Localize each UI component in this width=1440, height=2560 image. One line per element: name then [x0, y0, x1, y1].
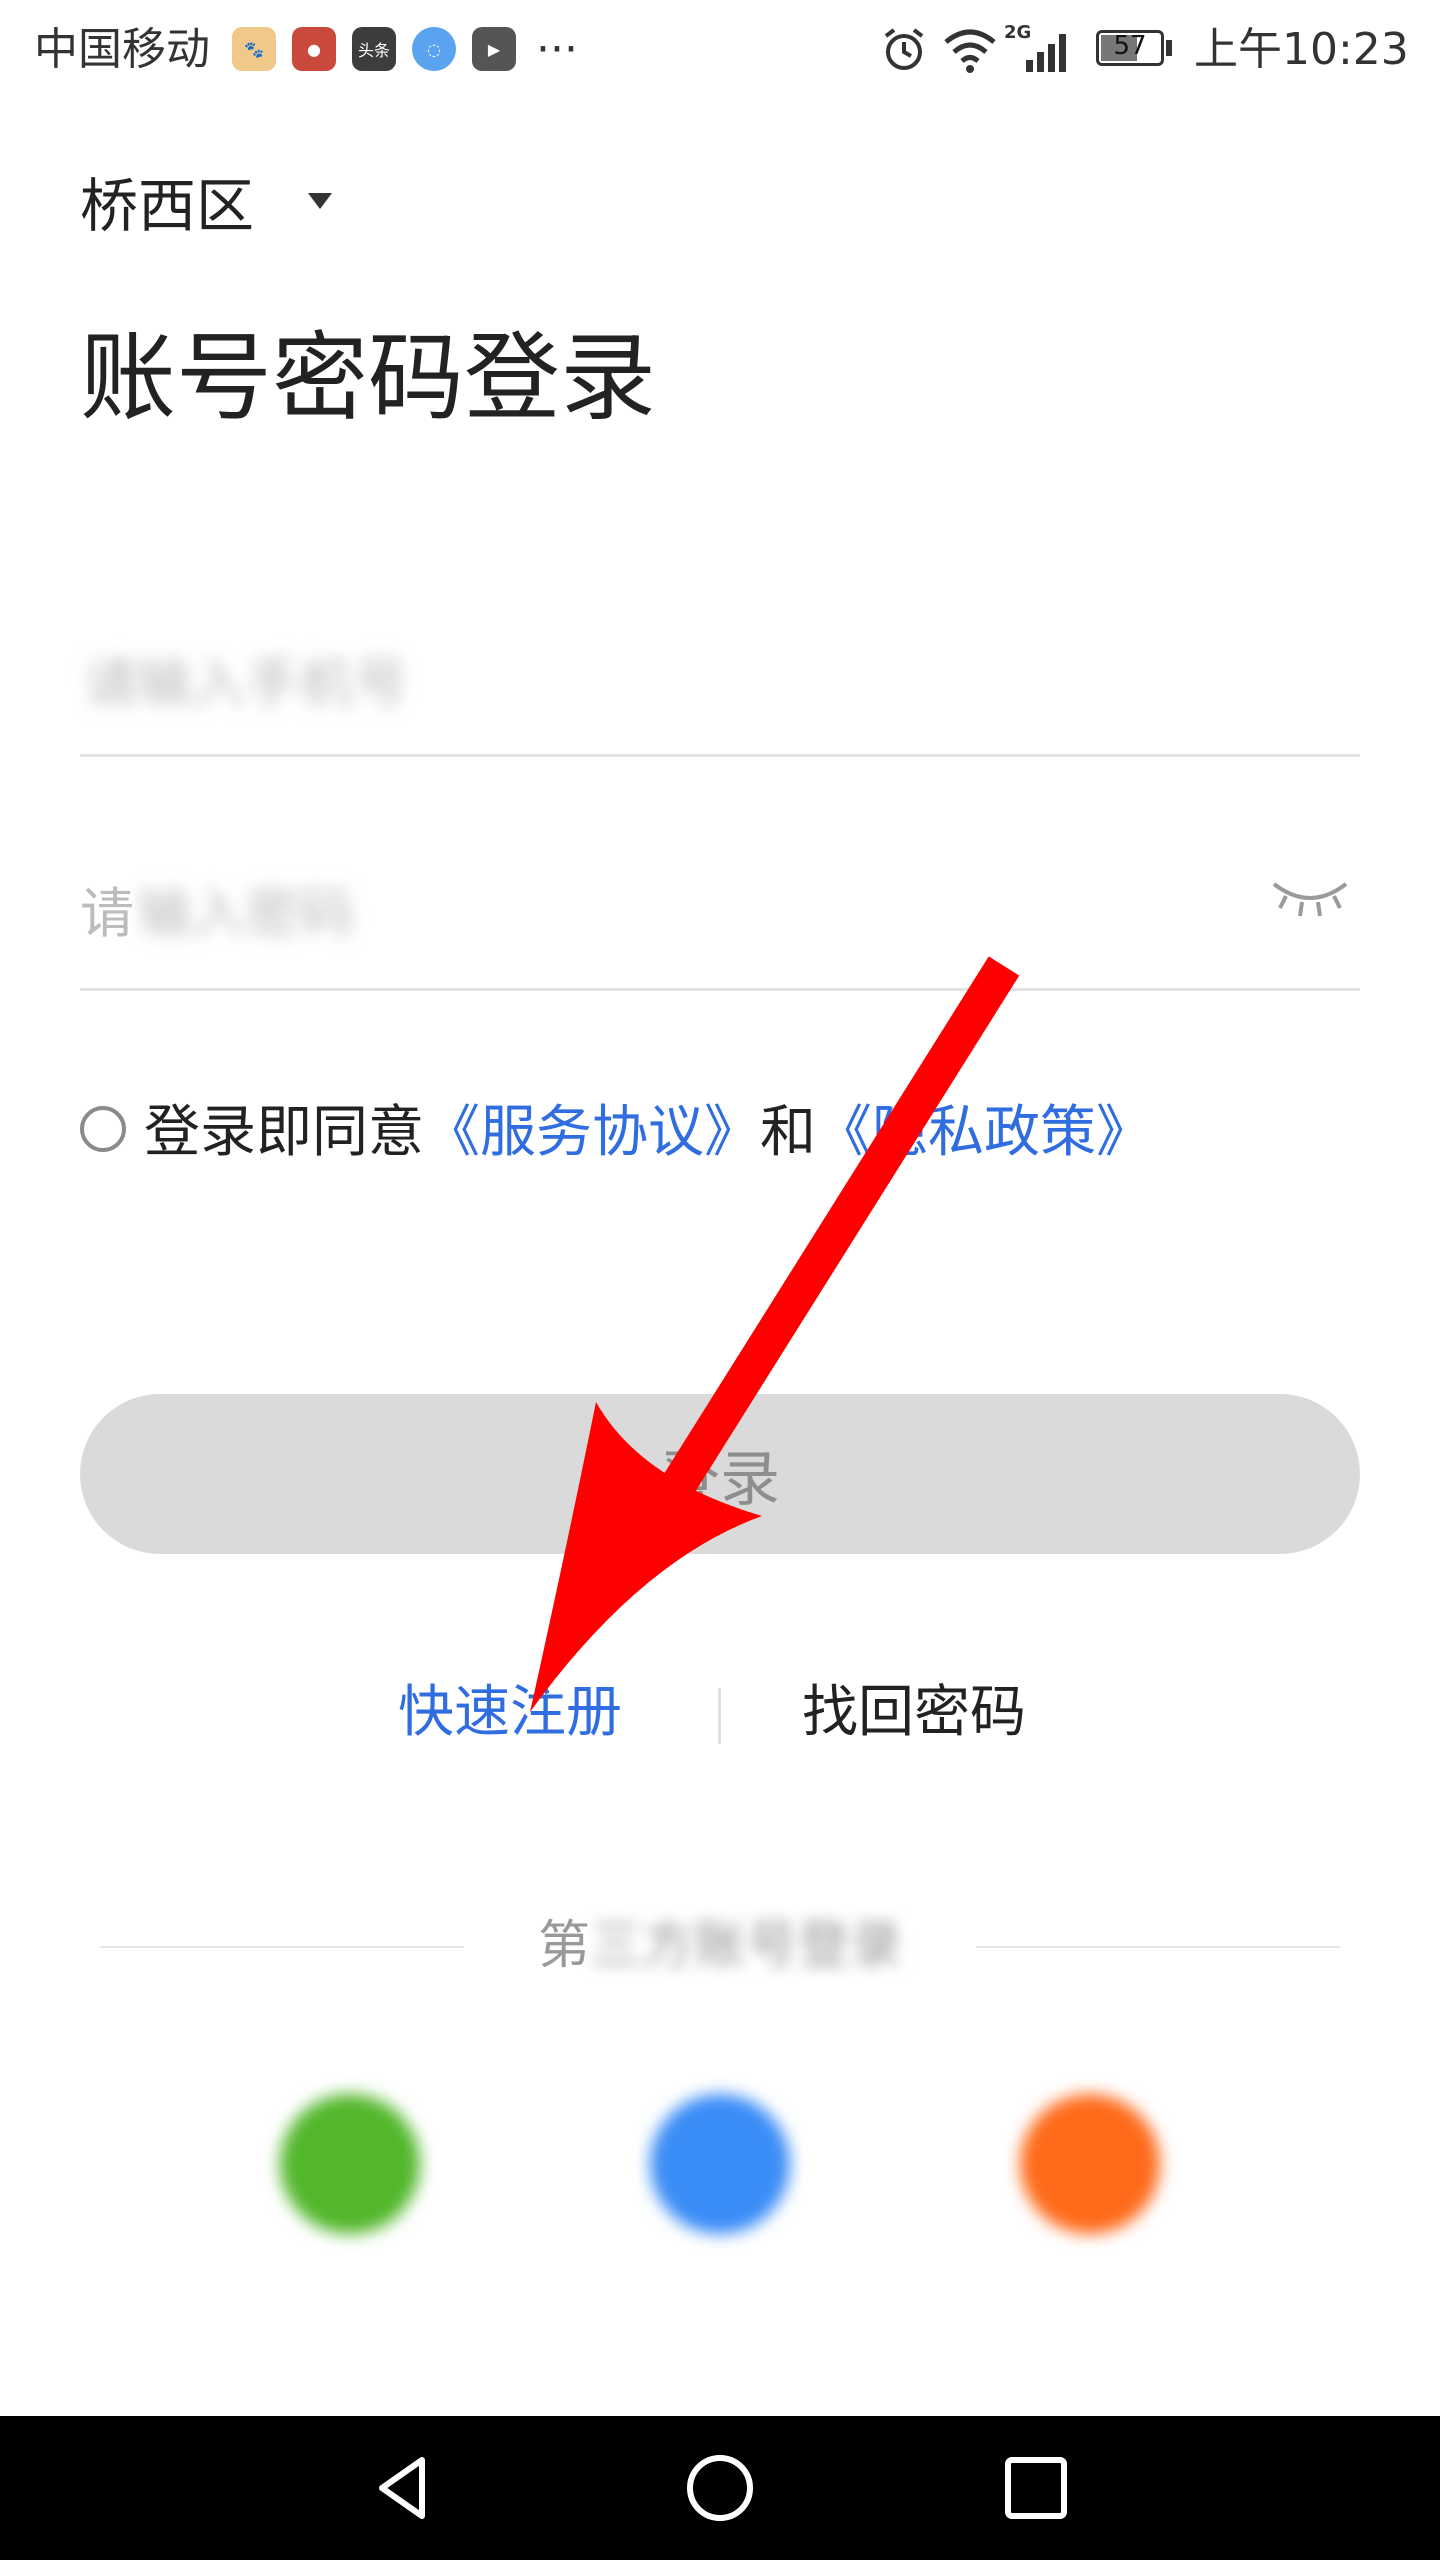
toutiao-icon: 头条 — [352, 27, 396, 71]
password-underline — [80, 988, 1360, 991]
wifi-icon — [944, 29, 996, 73]
account-underline — [80, 754, 1360, 757]
agreement-text: 登录即同意《服务协议》和《隐私政策》 — [144, 1098, 1152, 1168]
password-input[interactable]: 请 输入密码 — [80, 850, 1360, 980]
back-icon[interactable] — [368, 2452, 440, 2524]
login-button-label: 登录 — [660, 1444, 780, 1515]
wechat-icon[interactable] — [280, 2094, 420, 2234]
account-input[interactable]: 请输入手机号 — [80, 620, 1360, 750]
agreement-and: 和 — [760, 1100, 816, 1165]
carrier-label: 中国移动 — [34, 24, 210, 75]
region-selector[interactable]: 桥西区 — [80, 168, 254, 244]
find-password-link[interactable]: 找回密码 — [802, 1678, 1026, 1748]
weibo-icon[interactable] — [1020, 2094, 1160, 2234]
account-placeholder: 请输入手机号 — [84, 652, 408, 715]
recent-apps-icon[interactable] — [1004, 2456, 1068, 2520]
divider-left — [100, 1946, 464, 1948]
password-placeholder: 输入密码 — [138, 882, 354, 945]
clock: 上午10:23 — [1194, 24, 1409, 75]
page-title: 账号密码登录 — [80, 322, 656, 434]
privacy-link[interactable]: 《隐私政策》 — [816, 1100, 1152, 1165]
divider-right — [976, 1946, 1340, 1948]
quick-register-link[interactable]: 快速注册 — [398, 1678, 622, 1748]
status-bar: 中国移动 🐾 ● 头条 ◌ ▶ ··· 2G 57 上午10:23 — [0, 0, 1440, 100]
agreement-radio[interactable] — [80, 1106, 126, 1152]
third-party-label-rest: 三方账号登录 — [590, 1916, 903, 1976]
terms-link[interactable]: 《服务协议》 — [424, 1100, 760, 1165]
qq-icon[interactable] — [650, 2094, 790, 2234]
battery-tip — [1166, 40, 1172, 56]
third-party-label: 第三方账号登录 — [520, 1914, 920, 1978]
navigation-bar — [0, 2416, 1440, 2560]
password-placeholder-first: 请 — [80, 882, 134, 945]
agreement-prefix: 登录即同意 — [144, 1100, 424, 1165]
links-divider — [718, 1688, 721, 1744]
app-red-icon: ● — [292, 27, 336, 71]
home-icon[interactable] — [684, 2452, 756, 2524]
battery-level: 57 — [1113, 31, 1147, 61]
baidu-icon: 🐾 — [232, 27, 276, 71]
caret-down-icon[interactable] — [308, 193, 332, 209]
more-notifications-icon: ··· — [536, 24, 578, 75]
third-party-label-first: 第 — [537, 1916, 590, 1976]
battery-icon: 57 — [1096, 30, 1164, 66]
video-icon: ▶ — [472, 27, 516, 71]
login-button[interactable]: 登录 — [80, 1394, 1360, 1554]
eye-closed-icon[interactable] — [1270, 872, 1350, 922]
alarm-icon — [884, 28, 924, 70]
signal-icon — [1026, 34, 1066, 72]
browser-icon: ◌ — [412, 27, 456, 71]
